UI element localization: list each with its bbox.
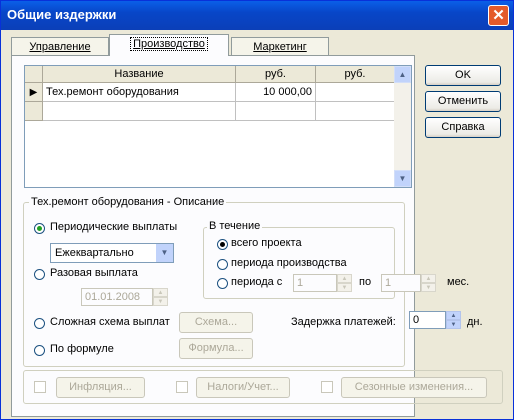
spin-down-icon[interactable]: ▼: [337, 283, 352, 292]
scheme-button[interactable]: Схема...: [179, 312, 253, 333]
cancel-button[interactable]: Отменить: [425, 91, 501, 112]
row-marker-icon: ▶: [25, 83, 43, 102]
delay-label: Задержка платежей:: [291, 316, 396, 328]
scroll-up-icon[interactable]: ▲: [394, 66, 411, 83]
close-icon[interactable]: ✕: [488, 5, 509, 26]
delay-spinner[interactable]: ▲ ▼: [446, 311, 461, 329]
period-to-label: по: [359, 276, 372, 288]
period-to-spinner[interactable]: ▲ ▼: [421, 274, 436, 292]
table-cell-empty[interactable]: [43, 102, 236, 121]
inflation-button[interactable]: Инфляция...: [56, 377, 145, 398]
during-group-title: В течение: [207, 220, 263, 232]
period-unit-label: мес.: [447, 276, 470, 288]
whole-project-radio[interactable]: [217, 239, 228, 250]
frequency-value: Ежеквартально: [55, 247, 134, 259]
period-from-label: периода с: [231, 276, 283, 288]
whole-project-label: всего проекта: [231, 237, 302, 249]
single-date-field[interactable]: 01.01.2008: [81, 288, 153, 306]
production-period-label: периода производства: [231, 257, 347, 269]
description-group-title: Тех.ремонт оборудования - Описание: [29, 196, 227, 208]
periodic-label: Периодические выплаты: [50, 221, 178, 233]
spin-down-icon[interactable]: ▼: [446, 320, 461, 329]
seasonal-button[interactable]: Сезонные изменения...: [341, 377, 487, 398]
production-period-radio[interactable]: [217, 259, 228, 270]
single-payment-label: Разовая выплата: [50, 267, 138, 279]
date-spinner[interactable]: ▲ ▼: [153, 288, 168, 306]
spin-up-icon[interactable]: ▲: [446, 311, 461, 320]
expenses-grid[interactable]: Название руб. руб. ▶ Тех.ремонт оборудов…: [24, 65, 412, 188]
formula-radio[interactable]: [34, 345, 45, 356]
spin-up-icon[interactable]: ▲: [153, 288, 168, 297]
frequency-select[interactable]: Ежеквартально ▼: [50, 243, 174, 263]
grid-scrollbar[interactable]: ▲ ▼: [394, 66, 411, 187]
row-header-empty: [25, 102, 43, 121]
window-title: Общие издержки: [7, 7, 117, 22]
formula-button[interactable]: Формула...: [179, 338, 253, 359]
spin-down-icon[interactable]: ▼: [153, 297, 168, 306]
seasonal-checkbox[interactable]: [321, 381, 333, 393]
table-cell-rub-1[interactable]: 10 000,00: [236, 83, 316, 102]
grid-corner: [25, 66, 43, 83]
scroll-down-icon[interactable]: ▼: [394, 170, 411, 187]
dialog-window: Общие издержки ✕ Управление Производство…: [0, 0, 514, 420]
period-to-field[interactable]: 1: [381, 274, 421, 292]
column-header-name[interactable]: Название: [43, 66, 236, 83]
complex-scheme-radio[interactable]: [34, 318, 45, 329]
table-cell-rub-2[interactable]: [316, 83, 395, 102]
table-cell-name[interactable]: Тех.ремонт оборудования: [43, 83, 236, 102]
inflation-checkbox[interactable]: [34, 381, 46, 393]
period-from-spinner[interactable]: ▲ ▼: [337, 274, 352, 292]
table-cell-empty[interactable]: [236, 102, 316, 121]
ok-button[interactable]: OK: [425, 65, 501, 86]
title-bar[interactable]: Общие издержки ✕: [1, 1, 513, 30]
taxes-checkbox[interactable]: [176, 381, 188, 393]
period-from-field[interactable]: 1: [293, 274, 337, 292]
single-payment-radio[interactable]: [34, 269, 45, 280]
delay-unit-label: дн.: [467, 316, 483, 328]
help-button[interactable]: Справка: [425, 117, 501, 138]
spin-up-icon[interactable]: ▲: [337, 274, 352, 283]
spin-up-icon[interactable]: ▲: [421, 274, 436, 283]
table-cell-empty[interactable]: [316, 102, 395, 121]
spin-down-icon[interactable]: ▼: [421, 283, 436, 292]
column-header-rub-1[interactable]: руб.: [236, 66, 316, 83]
tab-management[interactable]: Управление: [11, 37, 109, 55]
delay-field[interactable]: 0: [409, 311, 446, 329]
taxes-button[interactable]: Налоги/Учет...: [196, 377, 290, 398]
tab-marketing[interactable]: Маркетинг: [231, 37, 329, 55]
column-header-rub-2[interactable]: руб.: [316, 66, 395, 83]
tab-production[interactable]: Производство: [109, 34, 229, 56]
periodic-radio[interactable]: [34, 223, 45, 234]
complex-scheme-label: Сложная схема выплат: [50, 316, 170, 328]
formula-label: По формуле: [50, 343, 114, 355]
period-from-radio[interactable]: [217, 278, 228, 289]
chevron-down-icon[interactable]: ▼: [156, 244, 173, 262]
